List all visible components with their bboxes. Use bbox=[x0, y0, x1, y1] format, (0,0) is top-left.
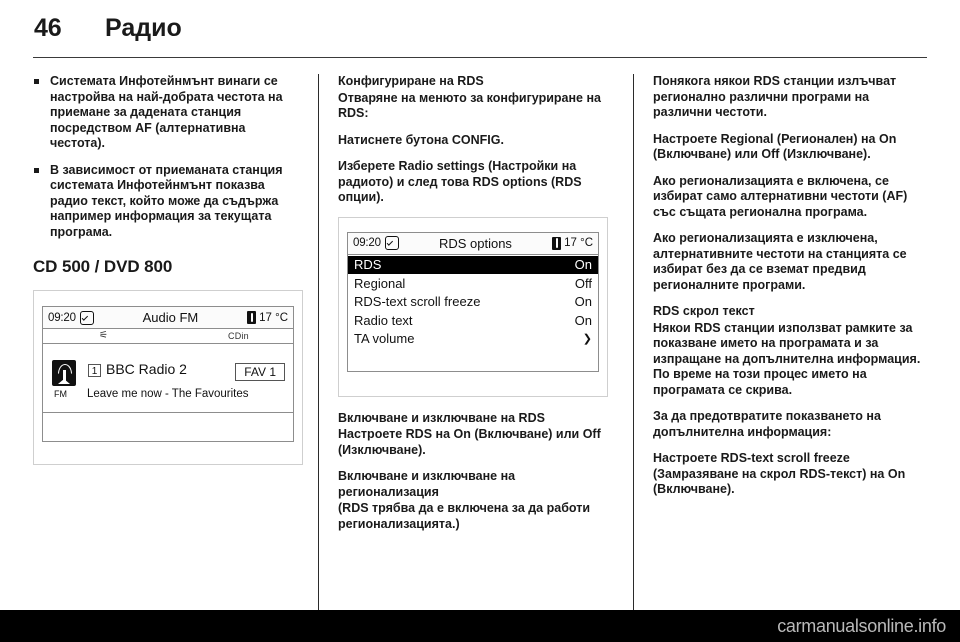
list-item-value: On bbox=[574, 257, 592, 273]
regional-paragraph-4: Ако регионализацията е изключена, алтерн… bbox=[653, 231, 907, 292]
page-number: 46 bbox=[34, 14, 62, 42]
list-item-label: TA volume bbox=[354, 331, 415, 347]
rds-scroll-paragraph-3: Настроете RDS-text scroll freeze (Замраз… bbox=[653, 451, 906, 496]
screen-status-bar: 09:20 Audio FM 17 °C bbox=[43, 307, 293, 329]
rds-config-step-2: Изберете Radio settings (Настройки на ра… bbox=[338, 159, 582, 204]
regional-onoff-heading: Включване и изключване на регионализация bbox=[338, 469, 516, 499]
rds-options-list: RDS On Regional Off RDS-text scroll free… bbox=[348, 255, 598, 349]
clock-check-icon bbox=[384, 236, 399, 250]
clock-label: 09:20 bbox=[353, 237, 381, 249]
temperature-readout: 17 °C bbox=[247, 311, 288, 324]
screen-status-bar: 09:20 RDS options 17 °C bbox=[348, 232, 598, 255]
bullet-square-icon bbox=[34, 167, 39, 173]
band-label: FM bbox=[54, 389, 67, 399]
clock-check-icon bbox=[79, 310, 94, 325]
manual-page: 46 Радио Системата Инфотейнмънт винаги с… bbox=[0, 0, 960, 642]
rds-scroll-text-heading: RDS скрол текст bbox=[653, 304, 755, 318]
list-item-value: Off bbox=[574, 275, 592, 291]
rds-toggle-block: Включване и изключване на RDS Настроете … bbox=[338, 411, 608, 533]
rds-onoff-heading: Включване и изключване на RDS bbox=[338, 410, 545, 425]
temperature-label: 17 °C bbox=[259, 311, 288, 324]
fm-antenna-icon bbox=[52, 360, 76, 386]
left-bullet-list: Системата Инфотейнмънт винаги се настрой… bbox=[33, 74, 303, 240]
list-item-text: В зависимост от приеманата станция систе… bbox=[50, 162, 283, 239]
list-item-label: RDS bbox=[354, 257, 382, 273]
list-item-label: Radio text bbox=[354, 312, 413, 328]
screen-title: Audio FM bbox=[142, 310, 199, 325]
list-item-value: On bbox=[574, 294, 592, 310]
screen-sub-bar: ⚟ CDin bbox=[43, 329, 293, 344]
now-playing-area: FM 1 BBC Radio 2 FAV 1 Leave me now - Th… bbox=[43, 344, 293, 413]
bluetooth-icon: ⚟ bbox=[99, 330, 108, 341]
rds-config-step-1: Натиснете бутона CONFIG. bbox=[338, 132, 504, 147]
list-item-text: Системата Инфотейнмънт винаги се настрой… bbox=[50, 74, 283, 150]
list-item: Системата Инфотейнмънт винаги се настрой… bbox=[33, 74, 303, 152]
list-item-ta-volume[interactable]: TA volume ❯ bbox=[348, 330, 598, 349]
section-heading-cd500-dvd800: CD 500 / DVD 800 bbox=[33, 257, 173, 276]
screen-title: RDS options bbox=[438, 235, 512, 251]
bullet-square-icon bbox=[34, 79, 39, 84]
list-item-radio-text[interactable]: Radio text On bbox=[348, 311, 598, 330]
temperature-label: 17 °C bbox=[564, 237, 593, 249]
rds-scroll-paragraph-1: Някои RDS станции използват рамките за п… bbox=[653, 320, 921, 397]
station-name: BBC Radio 2 bbox=[106, 361, 187, 377]
regional-onoff-text: (RDS трябва да е включена за да работи р… bbox=[338, 501, 591, 531]
right-column: Понякога някои RDS станции излъчват реги… bbox=[653, 74, 923, 509]
watermark-label: carmanualsonline.info bbox=[777, 616, 946, 636]
list-item-value: On bbox=[574, 312, 592, 328]
antenna-base bbox=[58, 380, 70, 384]
list-item-rds[interactable]: RDS On bbox=[348, 255, 598, 274]
regional-paragraph-2: Настроете Regional (Регионален) на On (В… bbox=[653, 131, 897, 162]
list-item-rds-text-scroll-freeze[interactable]: RDS-text scroll freeze On bbox=[348, 293, 598, 312]
rds-scroll-paragraph-2: За да предотвратите показването на допъл… bbox=[653, 409, 881, 439]
thermometer-icon bbox=[552, 236, 562, 250]
list-item-label: RDS-text scroll freeze bbox=[354, 294, 481, 310]
screen-footer-bar bbox=[43, 413, 293, 434]
rds-config-intro: Отваряне на менюто за конфигуриране на R… bbox=[338, 90, 601, 121]
left-column: Системата Инфотейнмънт винаги се настрой… bbox=[33, 74, 303, 465]
clock-label: 09:20 bbox=[48, 311, 76, 324]
page-title: Радио bbox=[105, 14, 182, 42]
list-item-label: Regional bbox=[354, 275, 406, 291]
rds-config-heading: Конфигуриране на RDS bbox=[338, 74, 484, 88]
radio-text: Leave me now - The Favourites bbox=[87, 388, 249, 400]
list-item-regional[interactable]: Regional Off bbox=[348, 274, 598, 293]
chevron-right-icon: ❯ bbox=[582, 333, 592, 346]
rds-options-screenshot-frame: 09:20 RDS options 17 °C RDS On Regional bbox=[338, 216, 608, 397]
regional-paragraph-3: Ако регионализацията е включена, се изби… bbox=[653, 173, 908, 219]
rds-onoff-text: Настроете RDS на On (Включване) или Off … bbox=[338, 427, 601, 457]
middle-column: Конфигуриране на RDS Отваряне на менюто … bbox=[338, 74, 608, 543]
preset-number-badge[interactable]: 1 bbox=[88, 364, 101, 377]
audio-fm-screen: 09:20 Audio FM 17 °C ⚟ CDin FM 1 BBC Rad… bbox=[42, 306, 294, 442]
aux-source-label: CDin bbox=[228, 331, 249, 341]
list-item: В зависимост от приеманата станция систе… bbox=[33, 163, 303, 241]
column-separator-1 bbox=[318, 74, 319, 610]
header-divider bbox=[33, 57, 927, 58]
regional-paragraph-1: Понякога някои RDS станции излъчват реги… bbox=[653, 74, 897, 119]
favourite-badge[interactable]: FAV 1 bbox=[235, 363, 285, 381]
audio-fm-screenshot-frame: 09:20 Audio FM 17 °C ⚟ CDin FM 1 BBC Rad… bbox=[33, 290, 303, 465]
column-separator-2 bbox=[633, 74, 634, 610]
page-header: 46 Радио bbox=[0, 0, 960, 58]
temperature-readout: 17 °C bbox=[552, 236, 593, 250]
thermometer-icon bbox=[247, 311, 257, 324]
rds-options-screen: 09:20 RDS options 17 °C RDS On Regional bbox=[347, 231, 599, 372]
